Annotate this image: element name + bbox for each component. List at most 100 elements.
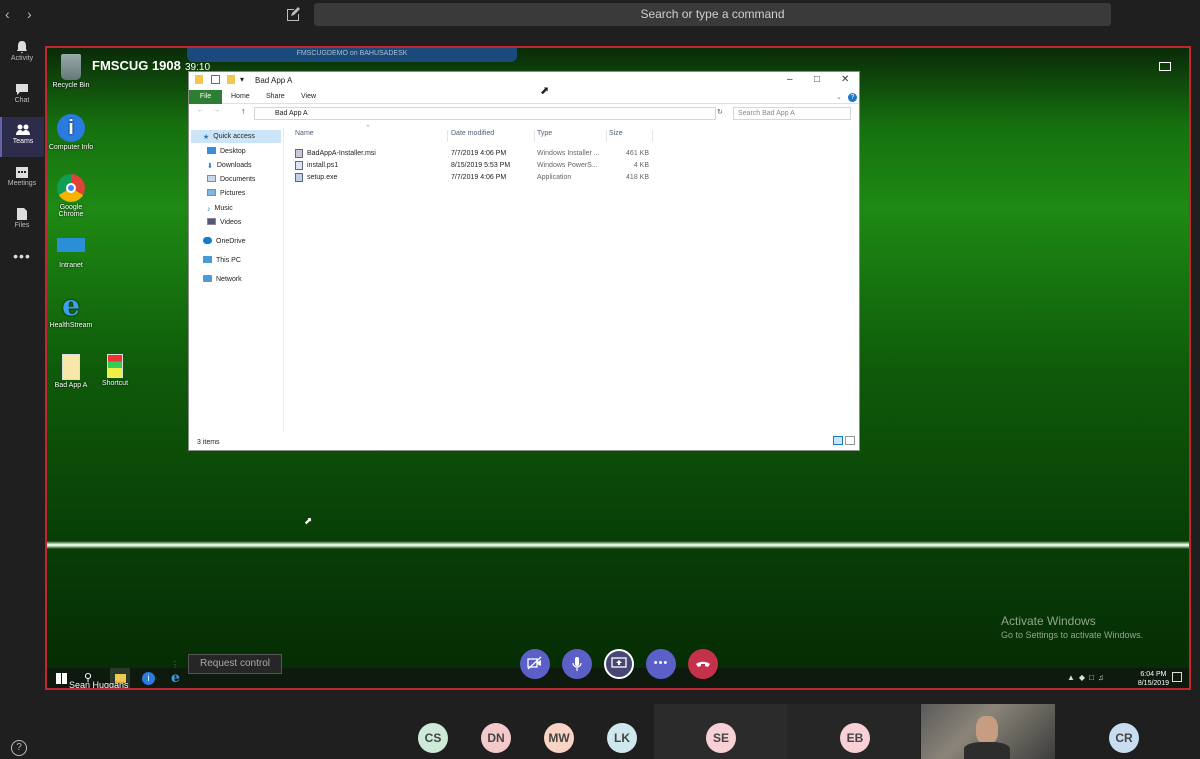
rail-item-activity[interactable]: Activity <box>0 34 44 74</box>
share-screen-icon <box>611 657 627 668</box>
clock-date: 8/15/2019 <box>1137 680 1169 687</box>
nav-item-documents[interactable]: Documents <box>207 173 255 186</box>
cloud-icon <box>203 237 212 244</box>
camera-off-icon <box>527 656 542 670</box>
rail-item-more[interactable]: ••• <box>0 248 44 288</box>
large-icons-view-icon[interactable] <box>845 436 855 445</box>
participant-avatar[interactable]: CS <box>418 723 448 753</box>
rail-item-meetings[interactable]: Meetings <box>0 159 44 199</box>
participant-video[interactable] <box>921 704 1055 759</box>
desktop-icon-label: Google Chrome <box>58 204 84 218</box>
nav-item-quick-access[interactable]: ★ Quick access <box>191 130 281 143</box>
desktop-icon-bad-app-a[interactable]: Bad App A <box>47 354 95 389</box>
cursor-icon: ⬈ <box>304 516 313 527</box>
desktop-icon-healthstream[interactable]: e HealthStream <box>47 289 95 330</box>
forward-icon[interactable]: → <box>213 107 220 114</box>
participant-face <box>976 716 998 744</box>
system-tray-icons[interactable]: ▲◆□♫ <box>1067 673 1108 682</box>
request-control-button[interactable]: Request control <box>188 654 282 674</box>
rail-item-files[interactable]: Files <box>0 201 44 241</box>
nav-item-pictures[interactable]: Pictures <box>207 187 245 200</box>
file-size: 418 KB <box>626 174 649 181</box>
status-item-count: 3 items <box>197 439 220 446</box>
tab-file[interactable]: File <box>189 90 222 104</box>
properties-icon[interactable] <box>211 75 220 84</box>
view-toggle <box>833 436 855 447</box>
back-icon[interactable]: ← <box>197 107 204 114</box>
info-icon[interactable]: i <box>142 672 155 685</box>
file-row[interactable]: install.ps1 8/15/2019 5:53 PM Windows Po… <box>293 161 655 173</box>
drag-handle-icon[interactable]: ⋮ <box>171 660 179 669</box>
nav-item-this-pc[interactable]: This PC <box>203 254 241 267</box>
file-row[interactable]: BadAppA-Installer.msi 7/7/2019 4:06 PM W… <box>293 149 655 161</box>
ie-icon[interactable]: e <box>171 670 180 686</box>
desktop-icon-recycle-bin[interactable]: Recycle Bin <box>47 54 95 89</box>
share-screen-button[interactable] <box>604 649 634 679</box>
nav-label: Documents <box>220 176 256 183</box>
column-size[interactable]: Size <box>607 130 653 142</box>
windows-start-icon[interactable] <box>56 673 67 684</box>
participant-avatar[interactable]: SE <box>706 723 736 753</box>
help-icon[interactable]: ? <box>11 740 27 756</box>
nav-item-desktop[interactable]: Desktop <box>207 145 246 158</box>
desktop-icon-computer-info[interactable]: i Computer Info <box>47 114 95 151</box>
participant-body <box>964 742 1010 759</box>
nav-item-onedrive[interactable]: OneDrive <box>203 235 246 248</box>
network-icon <box>203 275 212 282</box>
fit-to-frame-icon[interactable] <box>1159 62 1171 71</box>
up-icon[interactable]: ↑ <box>241 106 246 116</box>
notification-icon[interactable] <box>1172 672 1182 682</box>
more-actions-button[interactable]: ••• <box>646 649 676 679</box>
rail-item-teams[interactable]: Teams <box>0 117 44 157</box>
refresh-icon[interactable]: ↻ <box>717 108 723 116</box>
desktop-icon-intranet[interactable]: Intranet <box>47 238 95 269</box>
tab-home[interactable]: Home <box>231 93 250 100</box>
tab-view[interactable]: View <box>301 93 316 100</box>
watermark-subtitle: Go to Settings to activate Windows. <box>1001 630 1144 640</box>
ie-icon: e <box>62 289 80 322</box>
close-icon[interactable]: ✕ <box>841 74 849 85</box>
column-name[interactable]: Name <box>293 130 448 142</box>
nav-label: Network <box>216 276 242 283</box>
desktop-icon <box>207 147 216 154</box>
participant-avatar[interactable]: MW <box>544 723 574 753</box>
explorer-search-input[interactable]: Search Bad App A <box>733 107 851 120</box>
participant-avatar[interactable]: DN <box>481 723 511 753</box>
address-path[interactable]: Bad App A <box>254 107 716 120</box>
tab-share[interactable]: Share <box>266 93 285 100</box>
forward-arrow-icon[interactable]: › <box>27 6 32 22</box>
cursor-icon: ⬈ <box>540 85 550 97</box>
participant-roster: CS DN MW LK SE EB CR <box>45 704 1191 759</box>
compose-icon[interactable] <box>286 6 300 22</box>
help-icon[interactable]: ? <box>848 93 857 102</box>
star-icon: ★ <box>203 134 210 141</box>
quick-access-dropdown-icon[interactable]: ▾ <box>240 75 244 84</box>
rail-item-chat[interactable]: Chat <box>0 76 44 116</box>
column-type[interactable]: Type <box>535 130 607 142</box>
ribbon-expand-icon[interactable]: ⌄ <box>836 93 842 101</box>
back-arrow-icon[interactable]: ‹ <box>5 6 10 22</box>
hang-up-icon <box>696 661 710 667</box>
minimize-icon[interactable]: – <box>787 74 793 85</box>
participant-avatar[interactable]: LK <box>607 723 637 753</box>
desktop-icon-label: Bad App A <box>54 382 88 389</box>
search-input[interactable]: Search or type a command <box>314 3 1111 26</box>
participant-avatar[interactable]: EB <box>840 723 870 753</box>
nav-item-network[interactable]: Network <box>203 273 242 286</box>
nav-item-videos[interactable]: Videos <box>207 216 241 229</box>
participant-avatar[interactable]: CR <box>1109 723 1139 753</box>
file-row[interactable]: setup.exe 7/7/2019 4:06 PM Application 4… <box>293 173 655 185</box>
camera-toggle-button[interactable] <box>520 649 550 679</box>
column-date-modified[interactable]: Date modified <box>449 130 535 142</box>
remote-connection-bar[interactable]: FMSCUGDEMO on BAHUSADESK <box>187 48 517 62</box>
new-folder-icon[interactable] <box>227 75 235 84</box>
file-type: Windows Installer ... <box>537 150 600 157</box>
details-view-icon[interactable] <box>833 436 844 445</box>
hang-up-button[interactable] <box>688 649 718 679</box>
desktop-icon-shortcut[interactable]: Shortcut <box>91 354 139 387</box>
maximize-icon[interactable]: □ <box>814 74 820 85</box>
nav-item-downloads[interactable]: ⬇ Downloads <box>207 159 252 172</box>
desktop-icon-chrome[interactable]: Google Chrome <box>47 174 95 218</box>
nav-item-music[interactable]: ♪ Music <box>207 202 233 215</box>
microphone-button[interactable] <box>562 649 592 679</box>
